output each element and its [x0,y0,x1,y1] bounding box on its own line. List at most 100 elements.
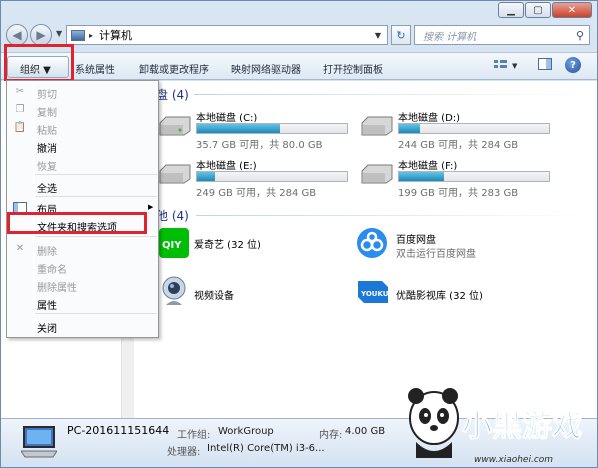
recent-pages-dropdown[interactable]: ▼ [56,29,62,38]
computer-name: PC-201611151644 [67,424,170,437]
address-dropdown-icon[interactable]: ▼ [375,31,381,40]
drive-usage-fill [399,172,444,181]
address-bar[interactable]: ▸ 计算机 ▼ [66,25,388,45]
map-network-drive-button[interactable]: 映射网络驱动器 [231,61,301,76]
drive-c[interactable]: 本地磁盘 (C:) 35.7 GB 可用，共 80.0 GB [158,109,358,151]
drive-space-info: 35.7 GB 可用，共 80.0 GB [196,140,323,151]
menu-gutter [33,83,34,335]
drive-f[interactable]: 本地磁盘 (F:) 199 GB 可用，共 283 GB [360,157,560,199]
group-divider [196,215,594,216]
change-view-icon[interactable]: ▼ [493,58,519,72]
workgroup-label: 工作组: [177,430,211,441]
close-button[interactable]: ✕ [552,2,592,18]
video-device-item[interactable]: 视频设备 [158,275,358,315]
workgroup-value: WorkGroup [218,426,274,437]
drive-d[interactable]: 本地磁盘 (D:) 244 GB 可用，共 284 GB [360,109,560,151]
content-pane: 硬盘 (4) 本地磁盘 (C:) 35.7 GB 可用，共 80.0 GB 本地… [134,81,597,418]
menu-properties[interactable]: 属性 [37,297,57,312]
search-icon[interactable]: ⚲ [576,29,584,42]
item-description: 双击运行百度网盘 [396,249,476,260]
svg-text:YOUKU: YOUKU [360,290,389,298]
svg-text:▼: ▼ [512,62,518,70]
forward-button[interactable]: ▶ [30,24,52,46]
menu-redo[interactable]: 恢复 [37,158,57,173]
drive-name: 本地磁盘 (C:) [196,113,258,124]
open-control-panel-button[interactable]: 打开控制面板 [323,61,383,76]
refresh-icon[interactable]: ↻ [391,25,411,45]
youku-icon: YOUKU [358,281,389,303]
menu-remove-properties[interactable]: 删除属性 [37,279,77,294]
menu-separator [35,236,157,237]
back-button[interactable]: ◀ [6,24,28,46]
drive-usage-fill [197,124,280,133]
copy-icon: ❐ [15,104,25,115]
maximize-button[interactable]: ▢ [525,2,551,18]
title-bar: ▁ ▢ ✕ ◀ ▶ ▼ ▸ 计算机 ▼ ↻ 搜索 计算机 ⚲ [0,0,598,52]
menu-delete[interactable]: 删除 [37,243,57,258]
hard-drive-icon [159,116,191,136]
baidu-netdisk-item[interactable]: 百度网盘 双击运行百度网盘 [356,227,586,267]
menu-close[interactable]: 关闭 [37,320,57,335]
menu-rename[interactable]: 重命名 [37,261,67,276]
paste-icon: 📋 [13,122,27,133]
breadcrumb-separator[interactable]: ▸ [89,31,93,40]
memory-value: 4.00 GB [345,426,386,437]
drive-e[interactable]: 本地磁盘 (E:) 249 GB 可用，共 284 GB [158,157,358,199]
menu-separator [35,174,157,175]
memory-label: 内存: [319,430,343,441]
drive-usage-bar [196,123,348,134]
organize-highlight-box [4,44,74,82]
youku-item[interactable]: YOUKU 优酷影视库 (32 位) [356,275,586,315]
logo-url: www.xiaohei.com [474,455,553,465]
svg-text:QIY: QIY [162,240,182,251]
search-placeholder: 搜索 计算机 [423,31,477,43]
menu-separator [35,196,157,197]
system-properties-button[interactable]: 系统属性 [75,61,115,76]
drive-space-info: 244 GB 可用，共 284 GB [398,140,519,151]
computer-large-icon [21,426,57,458]
window-controls: ▁ ▢ ✕ [497,2,592,18]
hard-drive-icon [159,164,191,184]
menu-copy[interactable]: 复制 [37,104,57,119]
item-name: 优酷影视库 (32 位) [396,291,483,302]
drive-name: 本地磁盘 (F:) [398,161,458,172]
uninstall-program-button[interactable]: 卸载或更改程序 [139,61,209,76]
processor-label: 处理器: [167,447,201,458]
menu-paste[interactable]: 粘贴 [37,122,57,137]
menu-select-all[interactable]: 全选 [37,180,57,195]
group-divider [194,94,594,95]
hard-drive-icon [361,116,393,136]
xiaohei-watermark-logo: 小黑游戏 www.xiaohei.com [408,388,583,465]
drive-space-info: 249 GB 可用，共 284 GB [196,188,317,199]
drive-usage-bar [398,123,550,134]
help-icon[interactable]: ? [565,57,581,73]
breadcrumb-computer[interactable]: 计算机 [99,27,132,43]
menu-cut[interactable]: 剪切 [37,86,57,101]
folder-options-highlight-box [7,212,147,234]
cut-icon: ✂ [15,86,25,97]
drive-usage-fill [399,124,420,133]
iqiyi-icon: QIY [159,228,189,258]
item-name: 爱奇艺 (32 位) [194,240,261,251]
iqiyi-item[interactable]: QIY 爱奇艺 (32 位) [158,227,358,267]
submenu-arrow-icon: ▶ [148,203,154,211]
drive-name: 本地磁盘 (E:) [196,161,257,172]
drive-name: 本地磁盘 (D:) [398,113,461,124]
item-name: 视频设备 [194,291,234,302]
organize-menu: ✂ 剪切 ❐ 复制 📋 粘贴 撤消 恢复 全选 布局 ▶ 文件夹和搜索选项 ✕ … [6,80,159,338]
preview-pane-icon[interactable] [538,58,552,71]
hard-drive-icon [361,164,393,184]
menu-undo[interactable]: 撤消 [37,140,57,155]
drive-usage-bar [398,171,550,182]
minimize-button[interactable]: ▁ [498,2,524,18]
computer-icon [71,29,85,41]
item-name: 百度网盘 [396,235,436,246]
drive-usage-fill [197,172,215,181]
baidu-netdisk-icon [357,228,387,258]
menu-separator [35,313,157,314]
drive-space-info: 199 GB 可用，共 283 GB [398,188,519,199]
processor-value: Intel(R) Core(TM) i3-6... [207,443,325,454]
search-input[interactable]: 搜索 计算机 ⚲ [414,25,590,45]
delete-icon: ✕ [15,243,25,254]
logo-text: 小黑游戏 [462,409,582,444]
